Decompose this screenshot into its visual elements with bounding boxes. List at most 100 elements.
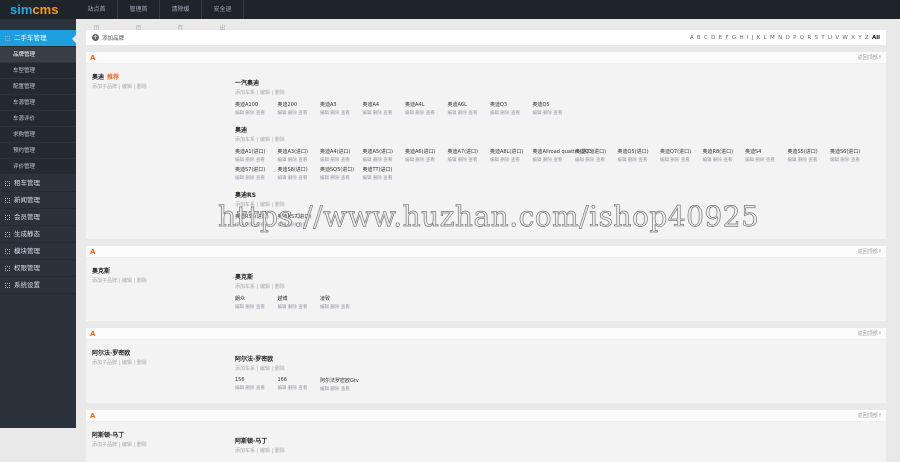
model-actions[interactable]: 编辑 删除 查看 [320,386,363,392]
brand-actions[interactable]: 添加子品牌 | 编辑 | 删除 [92,441,235,448]
model-name[interactable]: 奥迪RS7(进口) [278,213,321,220]
topnav-item[interactable]: 管理首页 [118,0,160,32]
sidebar-group[interactable]: 权限管理 [0,260,76,277]
topnav-item[interactable]: 站点首页 [76,0,118,32]
model-name[interactable]: 越博 [278,295,321,302]
model-actions[interactable]: 编辑 删除 查看 [448,157,491,163]
sidebar-subitem[interactable]: 车源评价 [0,111,76,127]
model-name[interactable]: 朗众 [235,295,278,302]
letter-filter-w[interactable]: W [842,35,847,41]
letter-filter-l[interactable]: L [764,35,767,41]
letter-filter-b[interactable]: B [697,35,701,41]
topnav-item[interactable]: 清除缓存 [160,0,202,32]
letter-filter-n[interactable]: N [778,35,782,41]
model-name[interactable]: 奥迪A6L [448,101,491,108]
letter-filter-h[interactable]: H [739,35,743,41]
model-name[interactable]: 奥迪Allroad quattro(进口) [533,148,594,155]
model-name[interactable]: 奥迪Q3 [490,101,533,108]
letter-filter-p[interactable]: P [793,35,796,41]
model-name[interactable]: 奥迪200 [278,101,321,108]
sidebar-subitem[interactable]: 品牌管理 [0,47,76,63]
sidebar-group[interactable]: 系统设置 [0,277,76,294]
model-name[interactable]: 奥迪A8L(进口) [490,148,533,155]
model-actions[interactable]: 编辑 删除 查看 [235,385,278,391]
model-actions[interactable]: 编辑 删除 查看 [278,304,321,310]
add-brand-button[interactable]: + 添加品牌 [92,34,124,42]
letter-filter-t[interactable]: T [821,35,824,41]
letter-filter-e[interactable]: E [719,35,722,41]
model-name[interactable]: 奥迪Q3(进口) [575,148,618,155]
model-actions[interactable]: 编辑 删除 查看 [405,110,448,116]
model-name[interactable]: 奥迪A7(进口) [448,148,491,155]
letter-filter-j[interactable]: J [752,35,754,41]
letter-filter-d[interactable]: D [711,35,715,41]
model-actions[interactable]: 编辑 删除 查看 [320,157,363,163]
model-name[interactable]: 奥迪A4 [363,101,406,108]
letter-filter-all[interactable]: All [872,35,880,41]
model-name[interactable]: 奥迪A4(进口) [320,148,363,155]
sidebar-group[interactable]: 新闻管理 [0,192,76,209]
model-name[interactable]: 奥迪S8(进口) [278,166,321,173]
logo[interactable]: sim cms [0,0,76,19]
model-name[interactable]: 奥迪SQ5(进口) [320,166,363,173]
brand-actions[interactable]: 添加子品牌 | 编辑 | 删除 [92,83,235,90]
model-actions[interactable]: 编辑 删除 查看 [235,304,278,310]
model-name[interactable]: 奥迪Q7(进口) [660,148,703,155]
model-name[interactable]: 奥迪R8(进口) [703,148,746,155]
letter-filter-o[interactable]: O [786,35,790,41]
model-actions[interactable]: 编辑 删除 查看 [320,110,363,116]
series-actions[interactable]: 添加车系 | 编辑 | 删除 [235,201,880,208]
letter-filter-r[interactable]: R [807,35,811,41]
letter-filter-i[interactable]: I [747,35,749,41]
model-name[interactable]: 奥迪A6(进口) [405,148,448,155]
model-name[interactable]: 奥迪RS5(进口) [235,213,278,220]
back-to-top-link[interactable]: 返回顶部↑ [858,248,882,255]
letter-filter-s[interactable]: S [815,35,819,41]
sidebar-group[interactable]: 会员管理 [0,209,76,226]
brand-actions[interactable]: 添加子品牌 | 编辑 | 删除 [92,359,235,366]
letter-filter-a[interactable]: A [690,35,694,41]
model-actions[interactable]: 编辑 删除 查看 [363,175,406,181]
model-name[interactable]: 凌致 [320,295,363,302]
brand-actions[interactable]: 添加子品牌 | 编辑 | 删除 [92,277,235,284]
letter-filter-c[interactable]: C [704,35,708,41]
model-actions[interactable]: 编辑 删除 查看 [405,157,448,163]
model-actions[interactable]: 编辑 删除 查看 [575,157,618,163]
model-actions[interactable]: 编辑 删除 查看 [363,110,406,116]
model-actions[interactable]: 编辑 删除 查看 [278,157,321,163]
sidebar-group-used-car[interactable]: 二手车管理 [0,30,76,47]
series-actions[interactable]: 添加车系 | 编辑 | 删除 [235,447,880,454]
sidebar-subitem[interactable]: 配置管理 [0,79,76,95]
letter-filter-k[interactable]: K [757,35,761,41]
model-name[interactable]: 奥迪A5(进口) [363,148,406,155]
model-name[interactable]: 奥迪Q5 [533,101,576,108]
model-actions[interactable]: 编辑 删除 查看 [745,157,788,163]
model-name[interactable]: 奥迪A1(进口) [235,148,278,155]
model-actions[interactable]: 编辑 删除 查看 [788,157,831,163]
model-actions[interactable]: 编辑 删除 查看 [490,110,533,116]
model-name[interactable]: 奥迪TT(进口) [363,166,406,173]
model-name[interactable]: 阿尔法罗密欧Gtv [320,377,363,384]
model-name[interactable]: 166 [278,377,321,383]
series-actions[interactable]: 添加车系 | 编辑 | 删除 [235,136,880,143]
letter-filter-g[interactable]: G [732,35,736,41]
sidebar-group[interactable]: 生成静态 [0,226,76,243]
model-actions[interactable]: 编辑 删除 查看 [235,175,278,181]
sidebar-subitem[interactable]: 预约管理 [0,143,76,159]
model-name[interactable]: 奥迪S7(进口) [235,166,278,173]
letter-filter-m[interactable]: M [770,35,775,41]
back-to-top-link[interactable]: 返回顶部↑ [858,330,882,337]
model-name[interactable]: 奥迪Q5(进口) [618,148,661,155]
model-name[interactable]: 奥迪A3 [320,101,363,108]
letter-filter-y[interactable]: Y [858,35,861,41]
model-name[interactable]: 奥迪A4L [405,101,448,108]
topnav-item[interactable]: 安全退出 [202,0,244,32]
letter-filter-q[interactable]: Q [800,35,804,41]
model-actions[interactable]: 编辑 删除 查看 [235,157,278,163]
model-actions[interactable]: 编辑 删除 查看 [533,157,576,163]
sidebar-subitem[interactable]: 求购管理 [0,127,76,143]
letter-filter-x[interactable]: X [851,35,855,41]
model-name[interactable]: 奥迪A3(进口) [278,148,321,155]
series-actions[interactable]: 添加车系 | 编辑 | 删除 [235,89,880,96]
letter-filter-v[interactable]: V [835,35,839,41]
